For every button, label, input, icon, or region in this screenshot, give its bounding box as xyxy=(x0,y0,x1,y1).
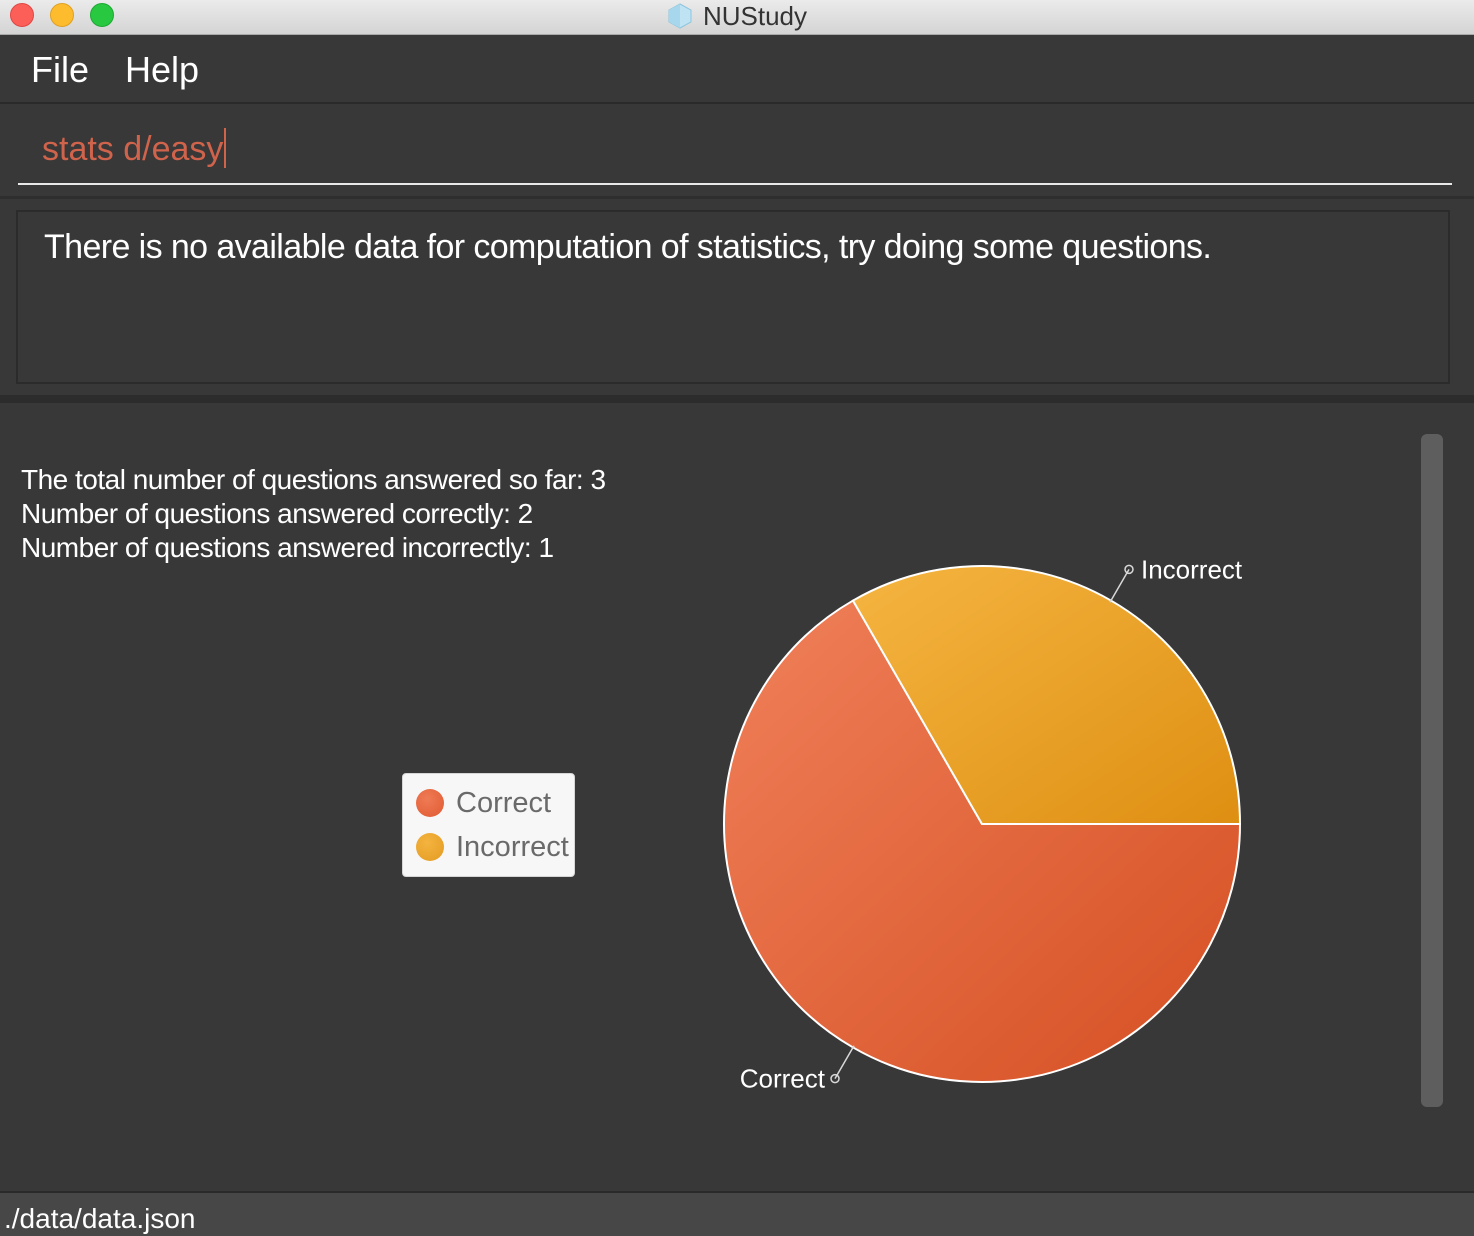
menu-file[interactable]: File xyxy=(31,49,89,91)
text-caret xyxy=(224,128,227,169)
legend-dot-correct xyxy=(416,789,444,817)
panel-divider xyxy=(0,395,1474,403)
stat-correct-answered: Number of questions answered correctly: … xyxy=(21,498,533,529)
pie-label-correct: Correct xyxy=(740,1064,826,1094)
command-box[interactable]: stats d/easy xyxy=(0,104,1474,199)
menu-help[interactable]: Help xyxy=(125,49,199,91)
label-line-incorrect xyxy=(1109,569,1130,603)
menu-bar: File Help xyxy=(0,35,1474,104)
result-display: There is no available data for computati… xyxy=(16,210,1450,384)
stats-scrollbar[interactable] xyxy=(1421,434,1443,1107)
pie-label-incorrect: Incorrect xyxy=(1141,554,1243,584)
statistics-panel: The total number of questions answered s… xyxy=(0,403,1474,1191)
pie-chart: Correct Incorrect xyxy=(723,554,1243,1094)
status-bar: ./data/data.json xyxy=(0,1191,1474,1236)
stat-total-answered: The total number of questions answered s… xyxy=(21,464,606,495)
stat-incorrect-answered: Number of questions answered incorrectly… xyxy=(21,532,554,563)
app-logo-icon xyxy=(668,3,692,29)
legend-label-incorrect: Incorrect xyxy=(456,831,569,863)
data-file-path: ./data/data.json xyxy=(4,1203,196,1234)
result-message: There is no available data for computati… xyxy=(44,228,1212,266)
chart-legend: Correct Incorrect xyxy=(402,773,575,877)
window-title-text: NUStudy xyxy=(702,1,808,31)
legend-label-correct: Correct xyxy=(456,787,552,819)
legend-dot-incorrect xyxy=(416,833,444,861)
window-titlebar: NUStudy xyxy=(0,0,1474,35)
command-underline xyxy=(18,183,1452,185)
command-input-text: stats d/easy xyxy=(42,130,224,168)
window-title: NUStudy xyxy=(0,0,1474,34)
command-input[interactable]: stats d/easy xyxy=(42,128,227,169)
label-line-correct xyxy=(834,1045,855,1079)
